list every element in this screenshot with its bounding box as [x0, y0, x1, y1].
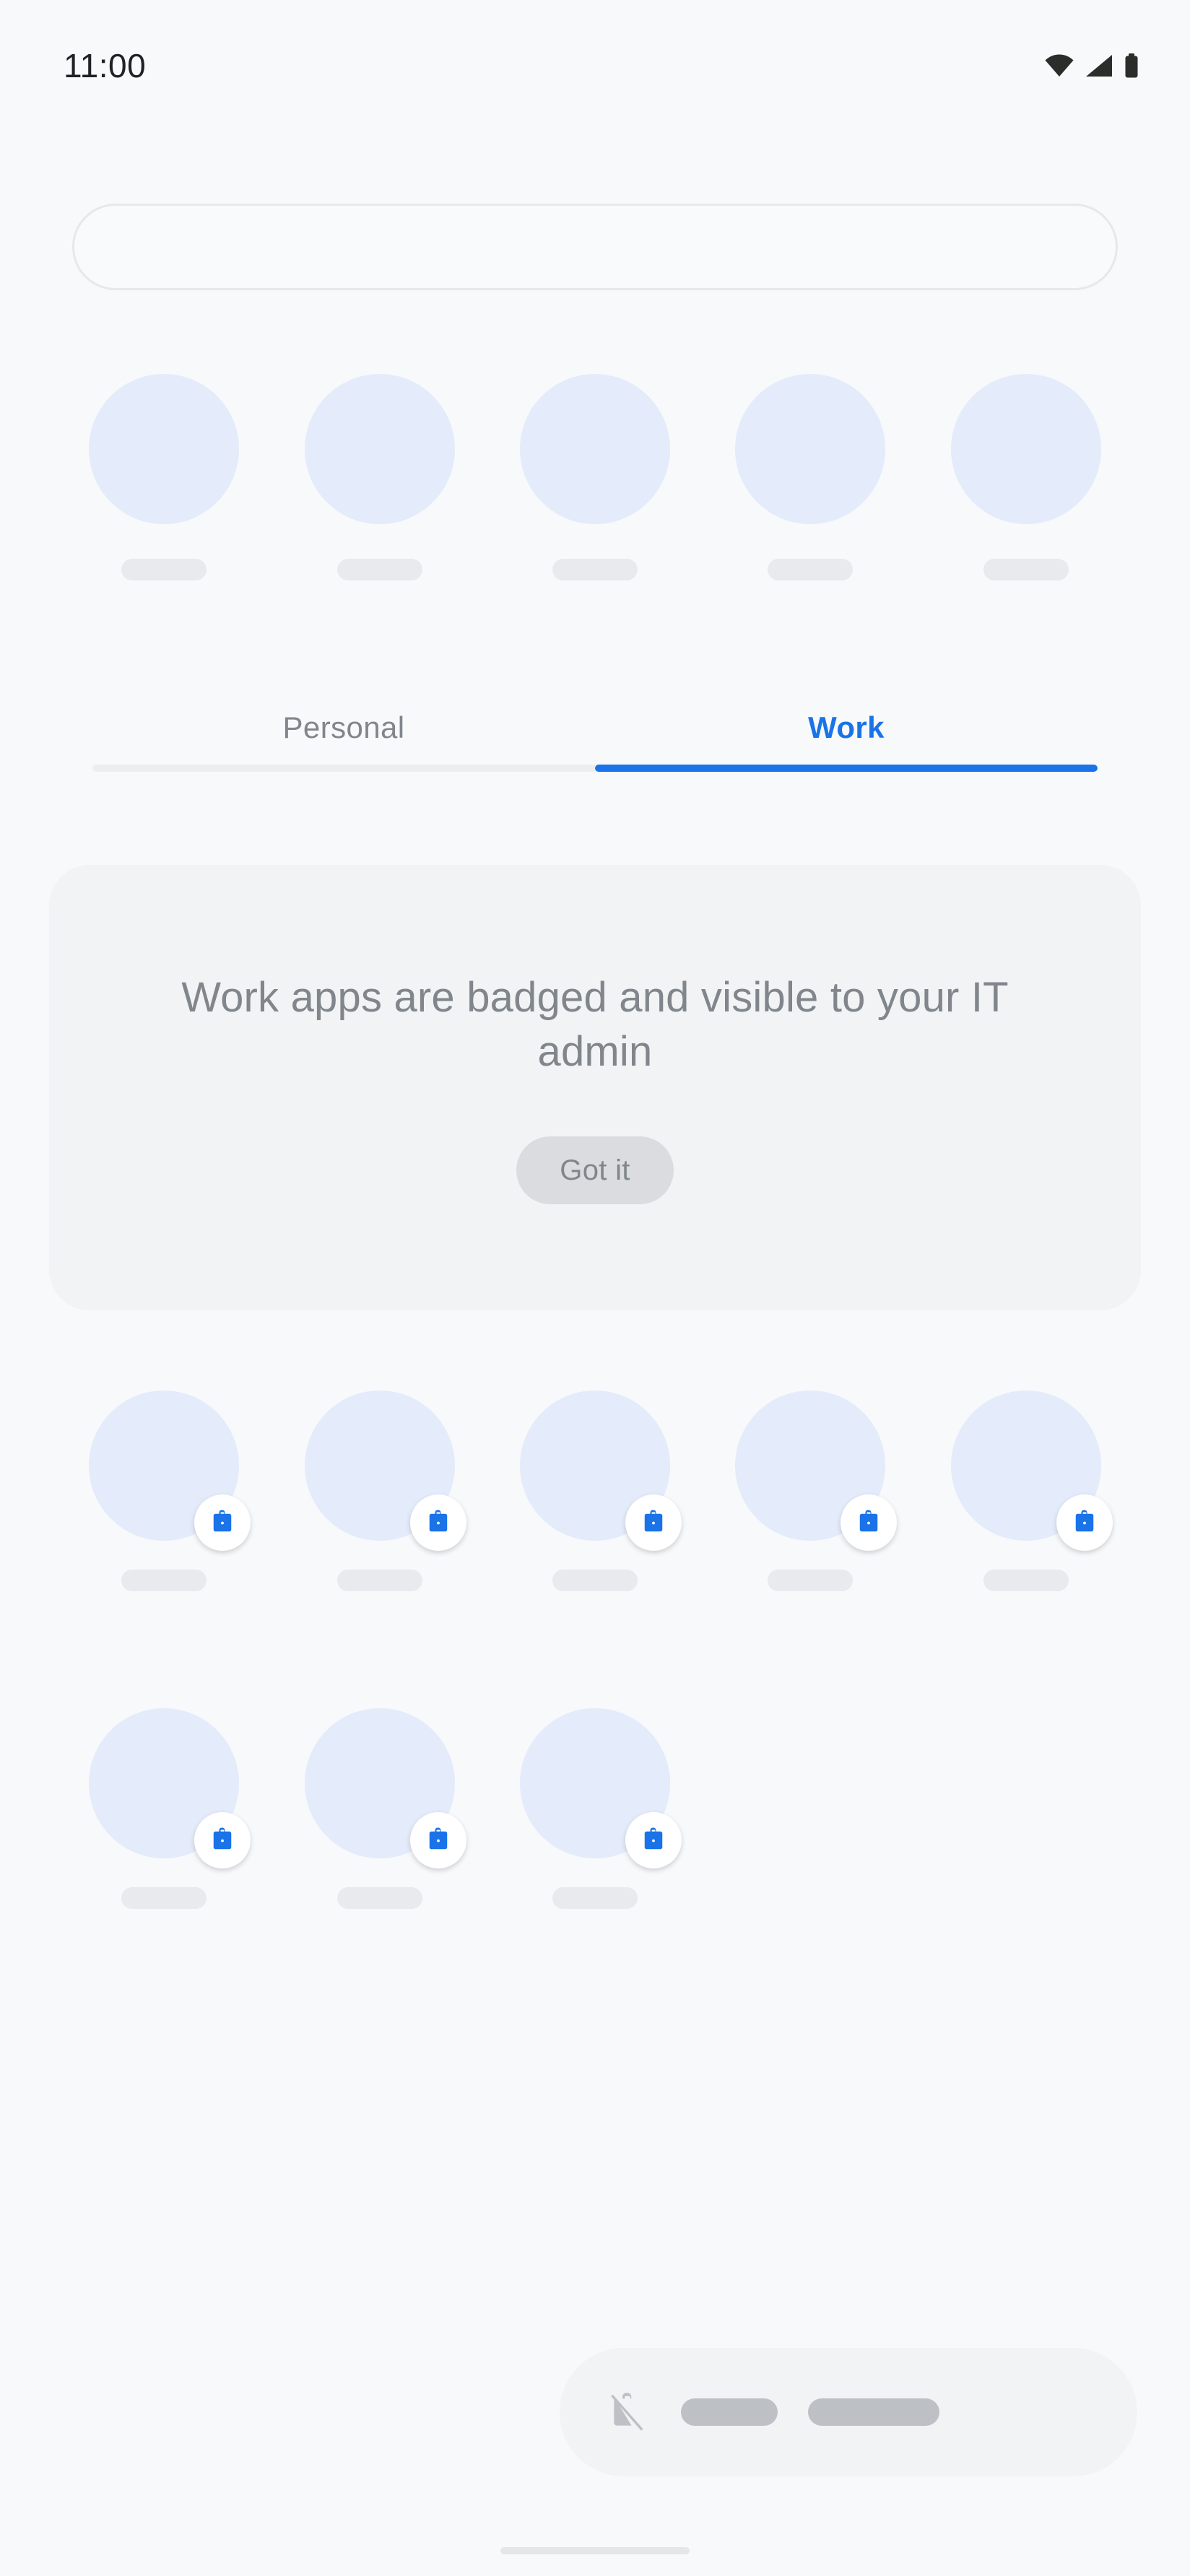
work-briefcase-icon	[625, 1812, 682, 1868]
app-icon-wrap	[519, 1391, 682, 1551]
suggested-apps-row	[0, 374, 1190, 580]
app-icon-wrap	[519, 374, 670, 524]
app-label-placeholder	[768, 1570, 854, 1591]
work-toggle-label-placeholder-2	[808, 2398, 939, 2426]
app-label-placeholder	[121, 559, 207, 580]
work-profile-info-card: Work apps are badged and visible to your…	[49, 865, 1141, 1310]
app-icon-placeholder	[735, 374, 886, 524]
work-profile-toggle-bar[interactable]	[560, 2348, 1137, 2476]
app-icon-placeholder	[519, 374, 670, 524]
status-bar-clock: 11:00	[64, 46, 147, 84]
tab-personal[interactable]: Personal	[92, 704, 595, 765]
work-toggle-label-placeholder-1	[681, 2398, 778, 2426]
profile-tabs-labels: Personal Work	[92, 704, 1098, 765]
app-icon-wrap	[735, 374, 886, 524]
app-label-placeholder	[121, 1570, 207, 1591]
tab-indicator-track	[92, 765, 1098, 772]
work-briefcase-icon	[409, 1494, 466, 1551]
app-label-placeholder	[552, 1887, 638, 1909]
work-app-item[interactable]	[56, 1708, 272, 1909]
app-label-placeholder	[121, 1887, 207, 1909]
gesture-navigation-handle[interactable]	[500, 2547, 690, 2554]
app-label-placeholder	[983, 1570, 1069, 1591]
work-app-item[interactable]	[703, 1391, 918, 1591]
app-item[interactable]	[918, 374, 1134, 580]
app-icon-wrap	[950, 374, 1101, 524]
app-icon-placeholder	[304, 374, 455, 524]
app-label-placeholder	[336, 559, 422, 580]
work-off-briefcase-icon	[604, 2389, 651, 2435]
app-label-placeholder	[552, 559, 638, 580]
tab-indicator-work	[595, 765, 1098, 772]
app-icon-wrap	[304, 1391, 466, 1551]
app-label-placeholder	[336, 1570, 422, 1591]
work-app-item-empty	[703, 1708, 918, 1909]
app-icon-wrap	[89, 1391, 251, 1551]
work-briefcase-icon	[625, 1494, 682, 1551]
app-item[interactable]	[272, 374, 487, 580]
work-apps-row-1	[0, 1391, 1190, 1591]
app-icon-wrap	[304, 1708, 466, 1868]
app-icon-wrap	[89, 374, 240, 524]
battery-icon	[1124, 53, 1139, 78]
app-item[interactable]	[56, 374, 272, 580]
work-briefcase-icon	[409, 1812, 466, 1868]
app-icon-wrap	[735, 1391, 898, 1551]
profile-tabs: Personal Work	[92, 704, 1098, 772]
app-label-placeholder	[552, 1570, 638, 1591]
app-label-placeholder	[768, 559, 854, 580]
app-label-placeholder	[336, 1887, 422, 1909]
app-label-placeholder	[983, 559, 1069, 580]
work-app-item[interactable]	[918, 1391, 1134, 1591]
got-it-button[interactable]: Got it	[516, 1136, 674, 1204]
tab-work[interactable]: Work	[595, 704, 1098, 765]
work-app-item[interactable]	[487, 1708, 703, 1909]
work-briefcase-icon	[194, 1812, 251, 1868]
work-briefcase-icon	[194, 1494, 251, 1551]
work-briefcase-icon	[841, 1494, 898, 1551]
work-apps-row-2	[0, 1708, 1190, 1909]
app-item[interactable]	[487, 374, 703, 580]
work-app-item[interactable]	[272, 1391, 487, 1591]
work-app-item[interactable]	[487, 1391, 703, 1591]
work-profile-info-text: Work apps are badged and visible to your…	[181, 974, 1009, 1075]
status-bar-icons	[1044, 49, 1139, 78]
app-icon-wrap	[89, 1708, 251, 1868]
work-app-item[interactable]	[272, 1708, 487, 1909]
app-item[interactable]	[703, 374, 918, 580]
app-icon-wrap	[304, 374, 455, 524]
app-icon-wrap	[950, 1391, 1113, 1551]
work-app-item[interactable]	[56, 1391, 272, 1591]
work-app-item-empty	[918, 1708, 1134, 1909]
search-input[interactable]	[72, 204, 1118, 290]
app-icon-placeholder	[950, 374, 1101, 524]
app-icon-wrap	[519, 1708, 682, 1868]
app-icon-placeholder	[89, 374, 240, 524]
tab-indicator-personal	[92, 765, 595, 772]
work-briefcase-icon	[1056, 1494, 1113, 1551]
cellular-signal-icon	[1085, 54, 1113, 77]
status-bar: 11:00	[0, 0, 1190, 126]
wifi-icon	[1044, 54, 1074, 77]
